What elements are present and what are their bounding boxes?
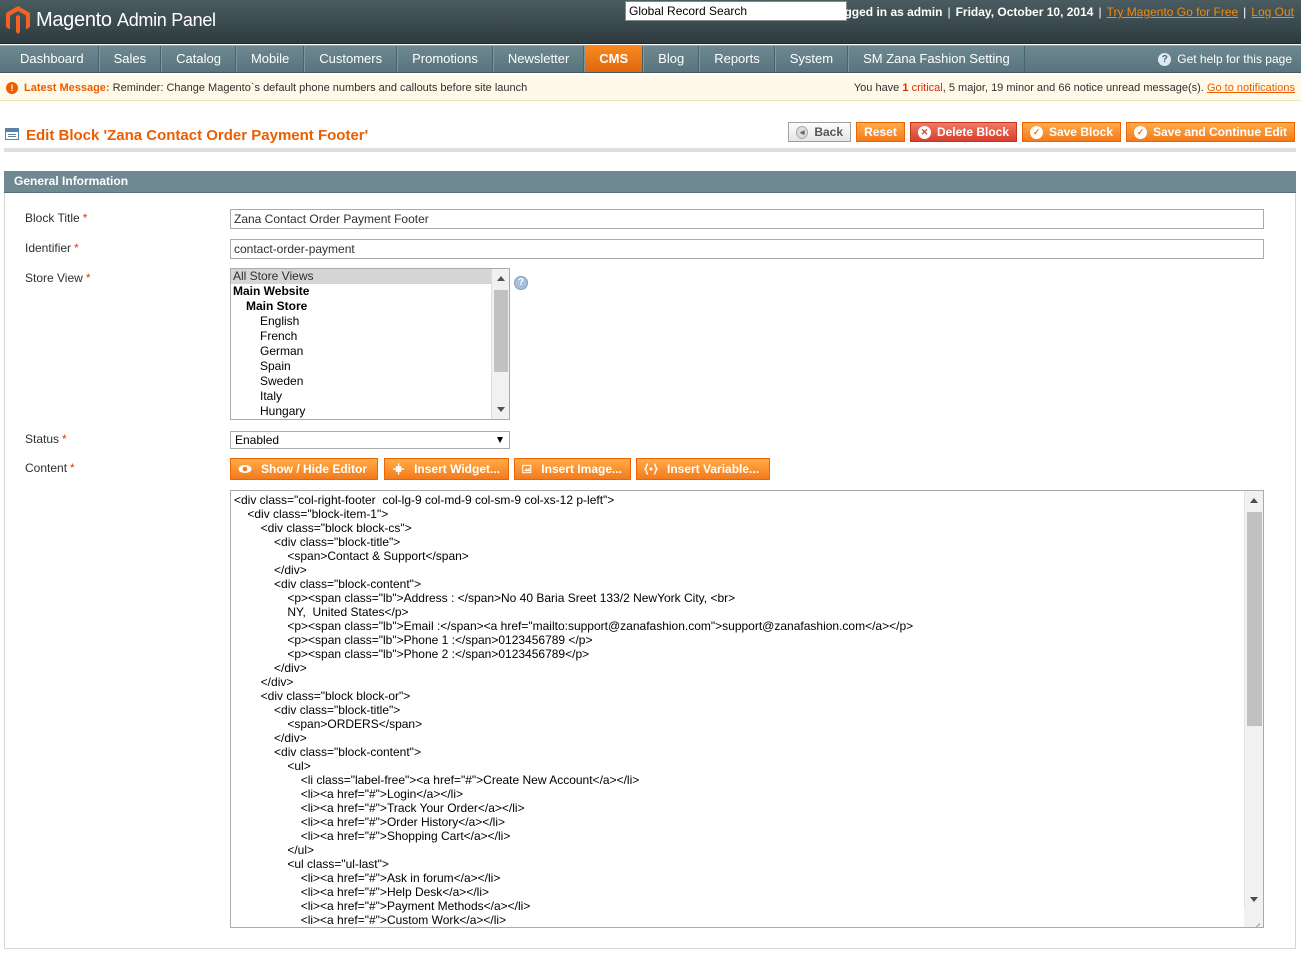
nav-item-newsletter[interactable]: Newsletter	[492, 46, 585, 72]
go-to-notifications-link[interactable]: Go to notifications	[1207, 82, 1295, 94]
nav-item-blog[interactable]: Blog	[643, 46, 700, 72]
nav-item-reports[interactable]: Reports	[699, 46, 775, 72]
store-view-multiselect[interactable]: All Store Views Main Website Main Store …	[230, 268, 510, 420]
store-group-main-website: Main Website	[233, 284, 310, 298]
magento-logo-icon	[6, 6, 30, 34]
scroll-thumb[interactable]	[494, 290, 508, 372]
status-select[interactable]: Enabled	[230, 431, 510, 449]
store-group-main-store: Main Store	[246, 299, 308, 313]
latest-message-text: Reminder: Change Magento`s default phone…	[112, 82, 528, 94]
content-scroll-up-icon[interactable]	[1250, 498, 1258, 503]
delete-block-button[interactable]: ✕ Delete Block	[910, 122, 1017, 142]
help-link[interactable]: ? Get help for this page	[1158, 52, 1292, 66]
nav-item-mobile[interactable]: Mobile	[235, 46, 305, 72]
store-option-all[interactable]: All Store Views	[231, 269, 509, 284]
dropdown-arrow-icon	[497, 437, 503, 443]
block-edit-icon	[5, 128, 19, 140]
nav-item-system[interactable]: System	[774, 46, 849, 72]
status-label: Status *	[25, 432, 67, 446]
nav-item-cms[interactable]: CMS	[584, 46, 644, 72]
content-label: Content *	[25, 461, 75, 475]
global-record-search-input[interactable]	[625, 1, 847, 21]
alert-icon: !	[6, 82, 18, 94]
save-and-continue-button[interactable]: ✓ Save and Continue Edit	[1126, 122, 1295, 142]
store-option-sweden[interactable]: Sweden	[231, 374, 509, 389]
resize-grip-icon[interactable]	[1244, 908, 1263, 927]
store-option-english[interactable]: English	[231, 314, 509, 329]
eye-icon	[238, 465, 252, 473]
save-check-icon: ✓	[1030, 125, 1043, 139]
save-block-button[interactable]: ✓ Save Block	[1022, 122, 1121, 142]
content-scrollbar[interactable]	[1244, 491, 1263, 909]
nav-item-sm-zana-fashion-setting[interactable]: SM Zana Fashion Setting	[848, 46, 1025, 72]
admin-header: Magento Admin Panel Logged in as admin|F…	[0, 0, 1301, 44]
general-information-header: General Information	[4, 171, 1296, 193]
try-magento-go-link[interactable]: Try Magento Go for Free	[1107, 5, 1239, 19]
back-button[interactable]: ◂ Back	[788, 122, 851, 142]
brand-name: Magento	[36, 8, 112, 31]
minor-count: 19 minor and	[991, 82, 1056, 94]
identifier-input[interactable]	[230, 239, 1264, 259]
header-links: Logged in as admin | Friday, October 10, 2…	[829, 5, 1294, 19]
content-scroll-thumb[interactable]	[1247, 512, 1262, 726]
variable-icon	[644, 463, 658, 475]
notice-count: 66 notice unread message(s).	[1058, 82, 1204, 94]
nav-item-sales[interactable]: Sales	[98, 46, 162, 72]
show-hide-editor-button[interactable]: Show / Hide Editor	[230, 458, 378, 480]
identifier-label: Identifier *	[25, 241, 79, 255]
header-date: Friday, October 10, 2014	[955, 5, 1094, 19]
store-view-help-icon[interactable]: ?	[514, 276, 528, 290]
scroll-down-arrow-icon[interactable]	[497, 407, 505, 412]
store-view-label: Store View *	[25, 271, 91, 285]
message-summary-prefix: You have	[853, 82, 900, 94]
store-option-french[interactable]: French	[231, 329, 509, 344]
save-continue-check-icon: ✓	[1134, 125, 1147, 139]
nav-item-dashboard[interactable]: Dashboard	[0, 46, 99, 72]
store-option-german[interactable]: German	[231, 344, 509, 359]
block-title-label: Block Title *	[25, 211, 88, 225]
latest-message-label: Latest Message:	[24, 82, 110, 94]
nav-item-catalog[interactable]: Catalog	[161, 46, 236, 72]
image-icon	[522, 464, 532, 474]
insert-widget-button[interactable]: Insert Widget...	[384, 458, 509, 480]
block-title-input[interactable]	[230, 209, 1264, 229]
brand-sub: Admin Panel	[117, 9, 216, 30]
logout-link[interactable]: Log Out	[1251, 5, 1294, 19]
nav-item-customers[interactable]: Customers	[304, 46, 398, 72]
status-selected-value: Enabled	[235, 433, 280, 447]
main-navigation: Dashboard Sales Catalog Mobile Customers…	[0, 45, 1301, 73]
delete-icon: ✕	[918, 125, 931, 139]
back-arrow-icon: ◂	[796, 125, 809, 139]
system-message-bar: ! Latest Message: Reminder: Change Magen…	[0, 75, 1301, 101]
reset-button[interactable]: Reset	[856, 122, 905, 142]
nav-item-promotions[interactable]: Promotions	[397, 46, 493, 72]
critical-label: critical	[911, 82, 943, 94]
content-code[interactable]: <div class="col-right-footer col-lg-9 co…	[234, 493, 913, 927]
store-option-hungary[interactable]: Hungary	[231, 404, 509, 419]
help-link-label: Get help for this page	[1177, 52, 1292, 66]
magento-logo[interactable]: Magento Admin Panel	[6, 4, 216, 36]
content-textarea[interactable]: <div class="col-right-footer col-lg-9 co…	[230, 490, 1264, 928]
insert-image-button[interactable]: Insert Image...	[514, 458, 631, 480]
insert-variable-button[interactable]: Insert Variable...	[636, 458, 770, 480]
help-icon: ?	[1158, 52, 1172, 66]
store-view-scrollbar[interactable]	[491, 269, 509, 419]
widget-icon	[392, 463, 405, 475]
major-count: 5 major,	[948, 82, 988, 94]
critical-count: 1	[902, 82, 909, 94]
page-title: Edit Block 'Zana Contact Order Payment F…	[26, 127, 369, 144]
scroll-up-arrow-icon[interactable]	[497, 276, 505, 281]
logged-in-text: Logged in as admin	[829, 5, 943, 19]
store-option-italy[interactable]: Italy	[231, 389, 509, 404]
content-scroll-down-icon[interactable]	[1250, 897, 1258, 902]
store-option-spain[interactable]: Spain	[231, 359, 509, 374]
